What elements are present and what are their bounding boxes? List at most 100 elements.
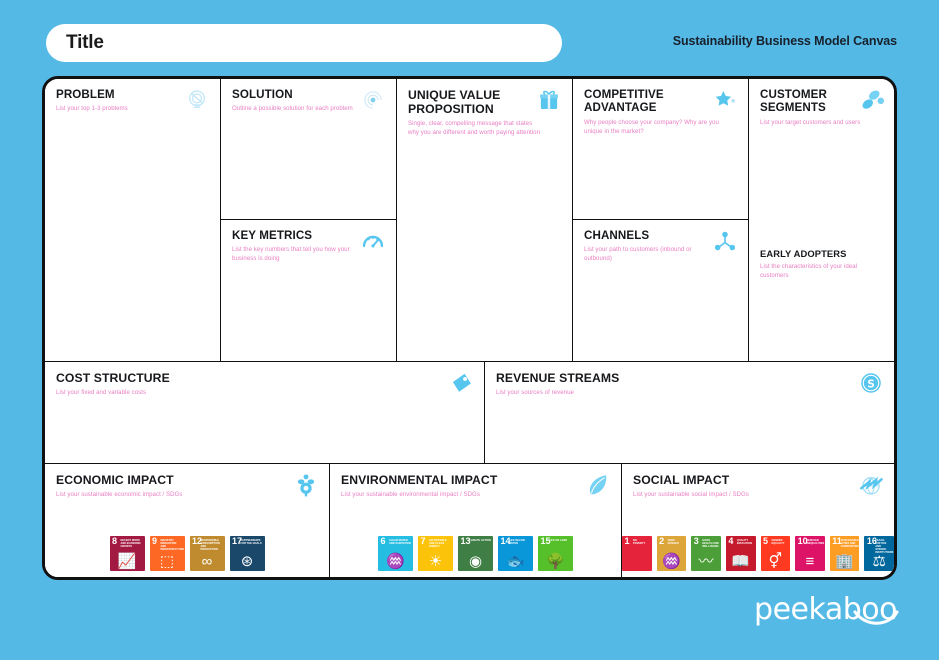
sdg-tile-6[interactable]: 6 CLEAN WATER AND SANITATION ♒ <box>378 536 413 571</box>
cell-cost-subtitle: List your fixed and variable costs <box>56 389 147 397</box>
cell-key-metrics[interactable]: KEY METRICS List the key numbers that te… <box>221 220 397 362</box>
sdg-tile-glyph-icon: 📖 <box>731 553 751 570</box>
cell-economic-impact[interactable]: ECONOMIC IMPACT List your sustainable ec… <box>45 464 330 577</box>
cell-early-adopters-subtitle: List the characteristics of your ideal c… <box>760 262 858 279</box>
cell-competitive-subtitle: Why people choose your company? Why are … <box>584 118 719 135</box>
sdg-tile-glyph-icon: ♒ <box>386 553 405 570</box>
sdg-tile-glyph-icon: 〰 <box>698 553 714 570</box>
page-title: Title <box>66 32 104 53</box>
sdg-tile-7[interactable]: 7 AFFORDABLE AND CLEAN ENERGY ☀ <box>418 536 453 571</box>
sdg-tile-label: REDUCED INEQUALITIES <box>806 538 825 545</box>
sdg-tile-5[interactable]: 5 GENDER EQUALITY ⚥ <box>760 536 791 571</box>
cell-economic-title: ECONOMIC IMPACT <box>56 473 174 487</box>
sdg-tile-number: 2 <box>659 536 665 546</box>
title-input[interactable]: Title <box>46 24 562 62</box>
sdg-tile-number: 1 <box>624 536 630 546</box>
cell-problem-subtitle: List your top 1-3 problems <box>56 105 128 113</box>
sdg-tile-glyph-icon: ≡ <box>805 553 815 570</box>
sdg-tile-4[interactable]: 4 QUALITY EDUCATION 📖 <box>725 536 756 571</box>
sdg-row-economic: 8 DECENT WORK AND ECONOMIC GROWTH 📈 9 INDUST… <box>45 536 329 571</box>
cell-environmental-subtitle: List your sustainable environmental impa… <box>341 491 480 499</box>
sdg-tile-glyph-icon: ♒ <box>662 553 681 570</box>
economic-growth-icon <box>293 472 319 498</box>
sdg-tile-17[interactable]: 17 PARTNERSHIPS FOR THE GOALS ⊛ <box>229 536 265 571</box>
sdg-tile-2[interactable]: 2 ZERO HUNGER ♒ <box>656 536 687 571</box>
cell-environmental-title: ENVIRONMENTAL IMPACT <box>341 473 498 487</box>
cell-solution[interactable]: SOLUTION Outline a possible solution for… <box>221 79 397 220</box>
cell-early-adopters-title: EARLY ADOPTERS <box>760 247 847 259</box>
cell-cost-structure[interactable]: COST STRUCTURE List your fixed and varia… <box>45 362 485 464</box>
cell-customer-subtitle: List your target customers and users <box>760 118 861 126</box>
sdg-tile-label: CLEAN WATER AND SANITATION <box>389 538 411 545</box>
sdg-tile-glyph-icon: 🐟 <box>506 553 525 570</box>
sdg-tile-glyph-icon: ⬚ <box>159 553 175 570</box>
svg-text:S: S <box>867 378 875 390</box>
sdg-tile-label: INDUSTRY, INNOVATION AND INFRASTRUCTURE <box>160 538 185 551</box>
cell-channels[interactable]: CHANNELS List your path to customers (in… <box>573 220 749 362</box>
sdg-tile-glyph-icon: ☀ <box>428 553 443 570</box>
sdg-tile-glyph-icon: ⚖ <box>872 553 886 570</box>
sdg-tile-16[interactable]: 16 PEACE, JUSTICE AND STRONG INSTITUTIONS… <box>864 536 894 571</box>
canvas-subtitle: Sustainability Business Model Canvas <box>672 34 897 48</box>
cell-revenue-streams[interactable]: REVENUE STREAMS List your sources of rev… <box>485 362 894 464</box>
lightbulb-problem-icon <box>184 87 210 113</box>
sdg-tile-label: CLIMATE ACTION <box>469 538 491 542</box>
cell-cost-title: COST STRUCTURE <box>56 371 170 385</box>
star-advantage-icon <box>712 87 738 113</box>
sdg-tile-15[interactable]: 15 LIFE ON LAND 🌳 <box>538 536 573 571</box>
sdg-row-environmental: 6 CLEAN WATER AND SANITATION ♒ 7 AFFORDABLE … <box>330 536 621 571</box>
sdg-tile-8[interactable]: 8 DECENT WORK AND ECONOMIC GROWTH 📈 <box>109 536 145 571</box>
page-header: Title Sustainability Business Model Canv… <box>0 24 939 64</box>
smile-swoosh-icon <box>853 610 899 625</box>
gauge-metrics-icon <box>360 228 386 254</box>
cell-social-impact[interactable]: SOCIAL IMPACT List your sustainable soci… <box>622 464 894 577</box>
cell-uvp-subtitle: Single, clear, compelling message that s… <box>408 120 541 137</box>
sdg-tile-14[interactable]: 14 LIFE BELOW WATER 🐟 <box>498 536 533 571</box>
cell-problem[interactable]: PROBLEM List your top 1-3 problems <box>45 79 221 362</box>
cell-economic-subtitle: List your sustainable economic impact / … <box>56 491 183 499</box>
sdg-tile-number: 7 <box>420 536 426 546</box>
sdg-tile-number: 3 <box>693 536 699 546</box>
gift-value-icon <box>536 87 562 113</box>
cell-early-adopters[interactable]: EARLY ADOPTERS List the characteristics … <box>760 248 883 281</box>
cell-uvp-title: UNIQUE VALUE PROPOSITION <box>408 88 501 117</box>
sdg-tile-glyph-icon: ⚥ <box>768 553 783 570</box>
sdg-tile-label: NO POVERTY <box>633 538 646 545</box>
sdg-tile-11[interactable]: 11 SUSTAINABLE CITIES AND COMMUNITIES 🏢 <box>829 536 860 571</box>
cell-channels-subtitle: List your path to customers (inbound or … <box>584 246 692 263</box>
cell-social-title: SOCIAL IMPACT <box>633 473 730 487</box>
cell-customer-title: CUSTOMER SEGMENTS <box>760 88 827 115</box>
sdg-tile-number: 9 <box>152 536 158 546</box>
business-model-canvas: PROBLEM List your top 1-3 problems SOLUT… <box>42 76 897 580</box>
sdg-tile-glyph-icon: 🌳 <box>546 553 565 570</box>
cell-unique-value-proposition[interactable]: UNIQUE VALUE PROPOSITION Single, clear, … <box>397 79 573 362</box>
cell-solution-subtitle: Outline a possible solution for each pro… <box>232 105 353 113</box>
sdg-tile-glyph-icon: ∞ <box>201 553 213 570</box>
sdg-tile-glyph-icon: ◉ <box>468 553 483 570</box>
sdg-tile-number: 6 <box>380 536 386 546</box>
sdg-tile-9[interactable]: 9 INDUSTRY, INNOVATION AND INFRASTRUCTURE… <box>149 536 185 571</box>
sdg-tile-label: PARTNERSHIPS FOR THE GOALS <box>240 538 262 545</box>
sdg-tile-10[interactable]: 10 REDUCED INEQUALITIES ≡ <box>795 536 825 571</box>
sdg-tile-number: 4 <box>728 536 734 546</box>
sdg-tile-number: 8 <box>112 536 118 546</box>
people-segments-icon <box>858 87 884 113</box>
cell-environmental-impact[interactable]: ENVIRONMENTAL IMPACT List your sustainab… <box>330 464 622 577</box>
sdg-tile-12[interactable]: 12 RESPONSIBLE CONSUMPTION AND PRODUCTION… <box>189 536 225 571</box>
spiral-solution-icon <box>360 87 386 113</box>
cell-competitive-advantage[interactable]: COMPETITIVE ADVANTAGE Why people choose … <box>573 79 749 220</box>
sdg-tile-glyph-icon: ⊛ <box>240 553 254 570</box>
dollar-coin-revenue-icon: S <box>858 370 884 396</box>
sdg-tile-label: GENDER EQUALITY <box>771 538 785 545</box>
sdg-tile-label: AFFORDABLE AND CLEAN ENERGY <box>429 538 447 548</box>
peekaboo-logo: peekaboo <box>754 592 899 627</box>
sdg-tile-1[interactable]: 1 NO POVERTY <box>622 536 652 571</box>
sdg-tile-label: RESPONSIBLE CONSUMPTION AND PRODUCTION <box>200 538 220 551</box>
cell-competitive-title: COMPETITIVE ADVANTAGE <box>584 88 664 115</box>
cell-customer-segments[interactable]: CUSTOMER SEGMENTS List your target custo… <box>749 79 894 362</box>
sdg-tile-number: 5 <box>763 536 769 546</box>
sdg-tile-label: ZERO HUNGER <box>667 538 679 545</box>
sdg-tile-label: LIFE BELOW WATER <box>509 538 525 545</box>
sdg-tile-13[interactable]: 13 CLIMATE ACTION ◉ <box>458 536 493 571</box>
sdg-tile-3[interactable]: 3 GOOD HEALTH AND WELL-BEING 〰 <box>691 536 721 571</box>
